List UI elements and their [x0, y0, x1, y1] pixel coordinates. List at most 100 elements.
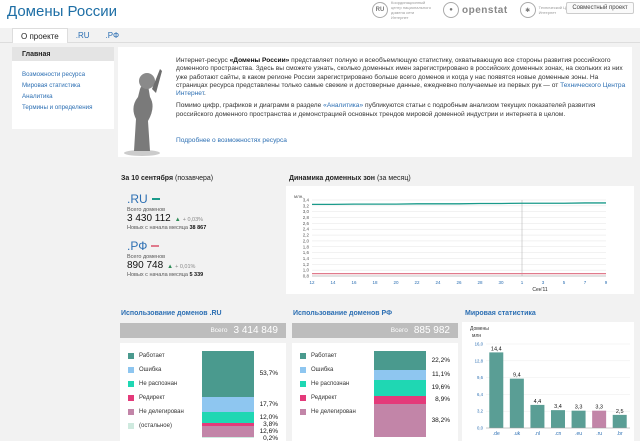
usage-rf-title[interactable]: Использование доменов РФ — [293, 310, 392, 317]
sidebar-item-terms[interactable]: Термины и определения — [22, 102, 114, 113]
usage-ru-percentages: 53,7% 17,7% 12,0% 3,8% 12,6% 0,2% — [258, 351, 278, 441]
zone-rf-link[interactable]: .РФ — [127, 239, 147, 253]
stack-percent-label: 8,9% — [435, 396, 450, 404]
stat-rf-new: Новых с начала месяца 5 339 — [127, 272, 203, 278]
legend-label: Не распознан — [139, 381, 178, 387]
stats-date-bold: За 10 сентября — [121, 175, 174, 182]
stack-segment — [202, 425, 254, 437]
tab-rf[interactable]: .РФ — [98, 28, 128, 43]
world-stats-title[interactable]: Мировая статистика — [465, 310, 536, 317]
world-bar[interactable] — [612, 414, 627, 428]
world-bar[interactable] — [489, 352, 504, 428]
world-bar[interactable] — [509, 378, 524, 428]
dynamics-x-tick: 26 — [456, 280, 462, 285]
stack-segment — [374, 370, 426, 380]
legend-item[interactable]: Работает — [128, 349, 184, 363]
world-x-tick[interactable]: .nl — [535, 431, 540, 437]
legend-item[interactable]: (остальное) — [128, 419, 184, 433]
legend-item[interactable]: Не делегирован — [300, 405, 356, 419]
usage-ru-title[interactable]: Использование доменов .RU — [121, 310, 222, 317]
legend-item[interactable]: Работает — [300, 349, 356, 363]
world-x-tick[interactable]: .uk — [514, 431, 521, 437]
usage-rf-total: Всего 885 982 — [292, 323, 458, 338]
stat-rf: .РФ Всего доменов 890 748 ▲ + 0,01% Новы… — [127, 239, 203, 278]
legend-label: Не делегирован — [311, 409, 356, 415]
dynamics-x-tick: 16 — [351, 280, 357, 285]
legend-swatch — [128, 353, 134, 359]
stat-ru-new: Новых с начала месяца 38 867 — [127, 225, 206, 231]
sidebar-item-world-stats[interactable]: Мировая статистика — [22, 80, 114, 91]
stack-segment — [202, 397, 254, 413]
dynamics-x-tick: 18 — [372, 280, 378, 285]
legend-swatch — [300, 353, 306, 359]
intro-paragraph-1: Интернет-ресурс «Домены России» представ… — [176, 57, 628, 98]
world-x-tick[interactable]: .cn — [555, 431, 562, 437]
legend-label: Работает — [311, 353, 337, 359]
legend-item[interactable]: Ошибка — [300, 363, 356, 377]
partner-openstat-logo[interactable]: ● openstat — [443, 2, 508, 18]
world-bar[interactable] — [551, 410, 565, 428]
dynamics-month-label: Сен'11 — [532, 287, 548, 293]
dynamics-chart-bg — [286, 186, 634, 294]
legend-label: Не делегирован — [139, 409, 184, 415]
analytics-link[interactable]: «Аналитика» — [323, 102, 363, 109]
partner-cc-text: Координационный центр национального доме… — [391, 0, 431, 20]
world-x-tick[interactable]: .de — [493, 431, 500, 437]
stack-percent-label: 22,2% — [431, 356, 450, 364]
stack-segment — [374, 379, 426, 397]
more-about-features-link[interactable]: Подробнее о возможностях ресурса — [176, 137, 287, 144]
stat-ru-new-value: 38 867 — [189, 225, 207, 231]
dynamics-y-tick: 1,0 — [303, 268, 310, 273]
world-bar[interactable] — [592, 410, 607, 428]
legend-item[interactable]: Редирект — [300, 391, 356, 405]
legend-swatch — [300, 367, 306, 373]
stack-percent-label: 0,2% — [263, 434, 278, 441]
world-y-tick: 6,4 — [477, 392, 484, 397]
sidebar-heading[interactable]: Главная — [12, 47, 114, 61]
world-bar[interactable] — [530, 404, 545, 428]
joint-project-button[interactable]: Совместный проект — [566, 2, 634, 14]
sidebar-item-features[interactable]: Возможности ресурса — [22, 69, 114, 80]
world-x-tick[interactable]: .ru — [596, 431, 602, 437]
world-bar[interactable] — [571, 410, 586, 428]
usage-rf-total-label: Всего — [390, 327, 408, 334]
main-tabs: О проекте .RU .РФ — [12, 28, 127, 43]
world-stats-chart[interactable]: Доменымлн 16,0 12,8 9,6 6,4 3,2 0,0 14,4 .de 9,4.… — [462, 322, 634, 441]
usage-rf-legend: Работает Ошибка Не распознан Редирект Не дел… — [300, 349, 356, 419]
stack-percent-label: 53,7% — [259, 370, 278, 378]
world-y-tick: 16,0 — [475, 342, 484, 347]
site-title[interactable]: Домены России — [7, 3, 117, 20]
legend-item[interactable]: Ошибка — [128, 363, 184, 377]
legend-item[interactable]: Не распознан — [128, 377, 184, 391]
legend-label: Редирект — [311, 395, 337, 401]
dynamics-title: Динамика доменных зон (за месяц) — [289, 175, 411, 182]
stack-segment — [374, 404, 426, 437]
dynamics-y-tick: 3,0 — [303, 209, 310, 214]
legend-label: Ошибка — [139, 367, 162, 373]
stack-percent-label: 19,6% — [431, 384, 450, 392]
tci-logo-icon: ✱ — [519, 2, 536, 18]
zone-ru-link[interactable]: .RU — [127, 192, 148, 206]
dynamics-y-tick: 2,4 — [303, 227, 310, 232]
up-arrow-icon: ▲ — [167, 264, 174, 270]
world-bar-label: 4,4 — [534, 399, 542, 405]
legend-item[interactable]: Не распознан — [300, 377, 356, 391]
sidebar-item-analytics[interactable]: Аналитика — [22, 91, 114, 102]
world-x-tick[interactable]: .br — [617, 431, 623, 437]
legend-item[interactable]: Не делегирован — [128, 405, 184, 419]
partner-cc-logo[interactable]: RU Координационный центр национального д… — [372, 0, 431, 20]
stat-rf-total: 890 748 — [127, 260, 164, 271]
dynamics-x-tick: 28 — [477, 280, 483, 285]
zone-rf-swatch — [151, 245, 160, 247]
world-y-tick: 0,0 — [477, 426, 484, 431]
legend-item[interactable]: Редирект — [128, 391, 184, 405]
dynamics-x-tick: 30 — [498, 280, 504, 285]
dynamics-y-tick: 1,2 — [303, 262, 310, 267]
tab-about[interactable]: О проекте — [12, 28, 68, 43]
legend-swatch — [300, 381, 306, 387]
tab-ru[interactable]: .RU — [68, 28, 98, 43]
dynamics-y-tick: 0,8 — [303, 274, 310, 279]
dynamics-chart[interactable]: млн.3,43,23,02,82,62,42,22,01,81,61,41,2… — [286, 186, 634, 294]
world-x-tick[interactable]: .eu — [575, 431, 582, 437]
intro-text: Интернет-ресурс «Домены России» представ… — [176, 57, 628, 123]
